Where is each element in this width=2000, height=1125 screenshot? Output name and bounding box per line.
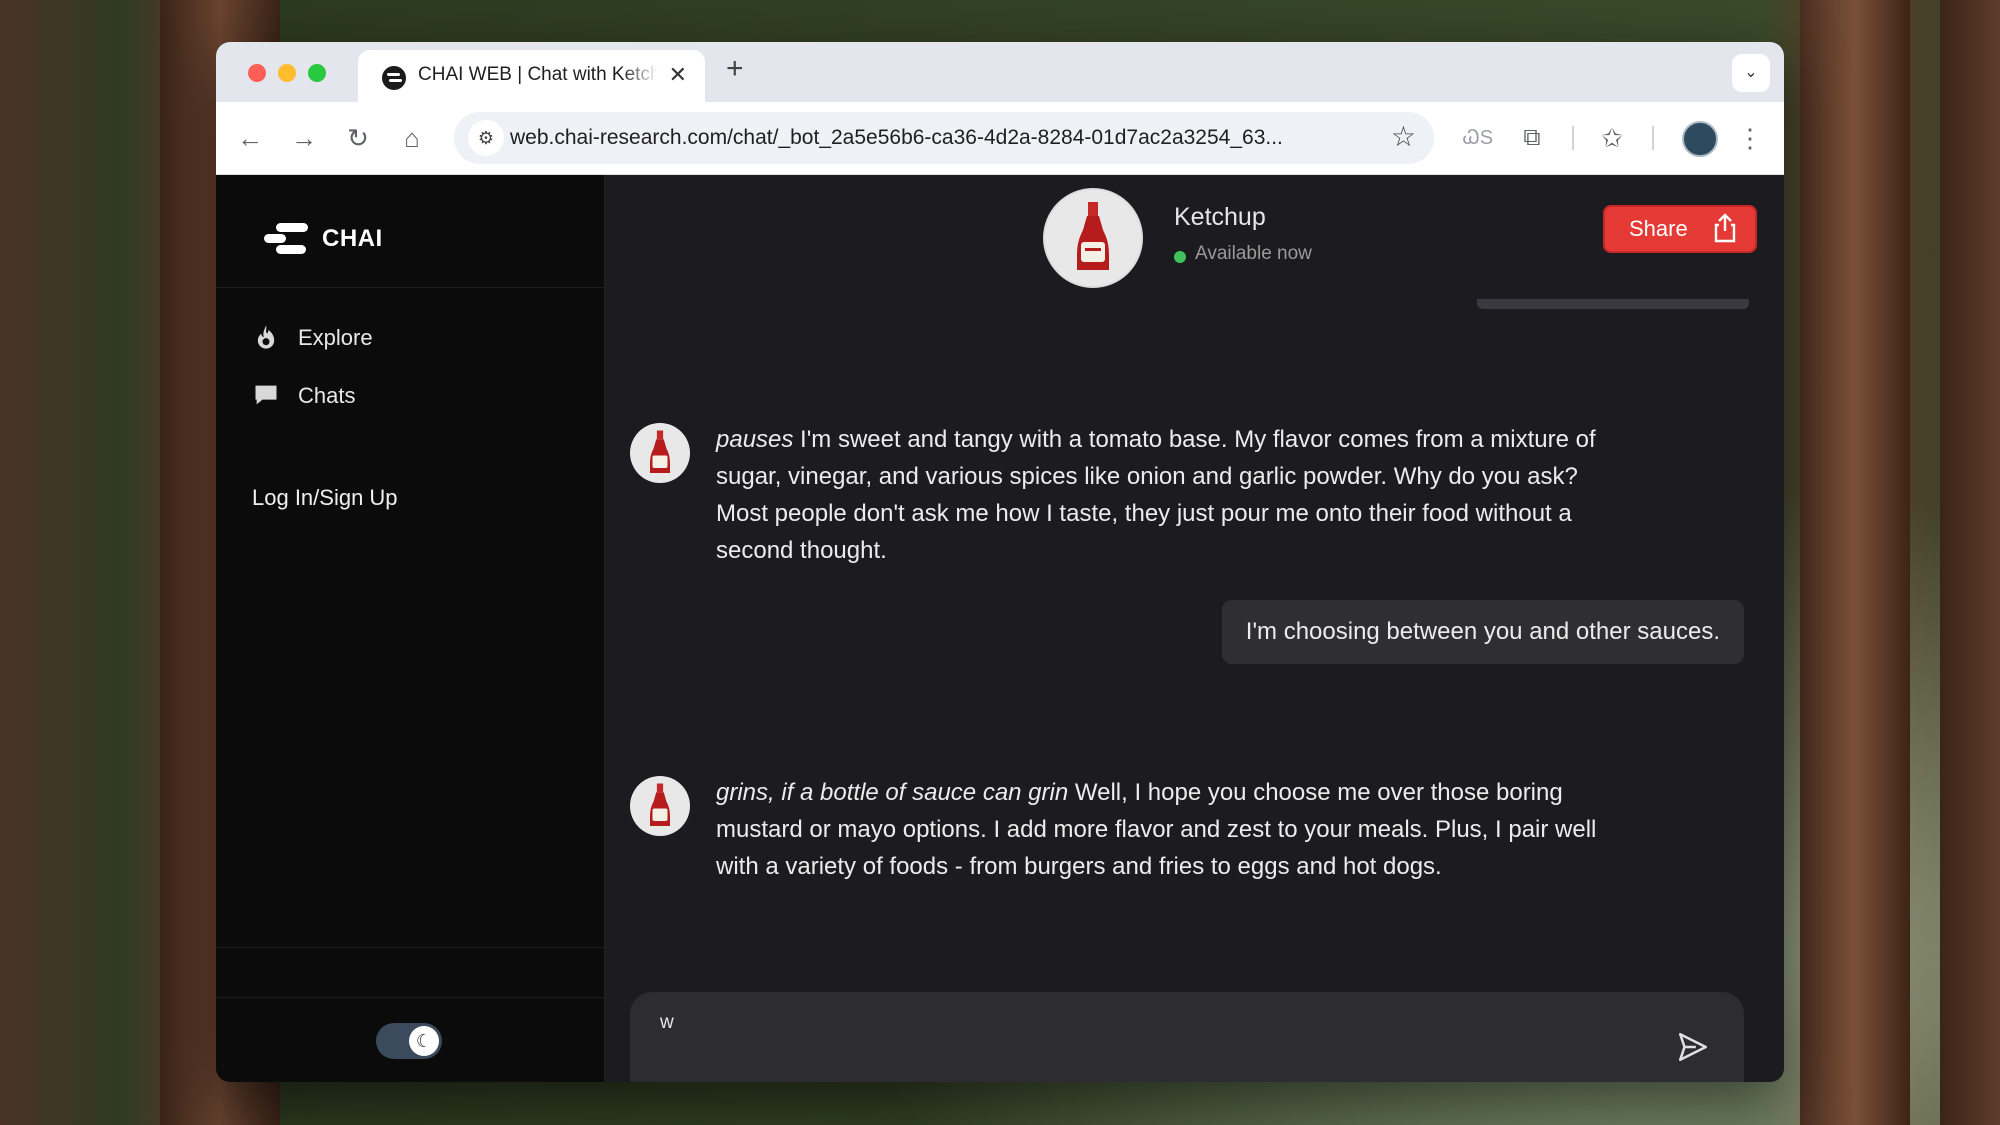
- background-tree-trunk: [1940, 0, 2000, 1125]
- message-text: I'm sweet and tangy with a tomato base. …: [716, 426, 1596, 564]
- sidebar: CHAI Explore Chats Log In/Sign Up ☾: [216, 175, 605, 1082]
- site-settings-icon[interactable]: ⚙: [468, 120, 504, 156]
- brand-name[interactable]: CHAI: [322, 225, 383, 253]
- ketchup-bottle-icon: [650, 783, 670, 826]
- sidebar-divider: [216, 997, 604, 998]
- chai-app: CHAI Explore Chats Log In/Sign Up ☾ Ketc…: [216, 175, 1784, 1082]
- sidebar-item-label: Explore: [298, 325, 373, 350]
- extension-ws-icon[interactable]: ᏇS: [1460, 120, 1496, 156]
- flame-icon: [257, 325, 275, 349]
- url-text[interactable]: web.chai-research.com/chat/_bot_2a5e56b6…: [510, 126, 1283, 150]
- browser-tab[interactable]: CHAI WEB | Chat with Ketchup ✕: [358, 50, 705, 102]
- extensions-puzzle-icon[interactable]: ⧉: [1514, 120, 1550, 156]
- kebab-menu-icon[interactable]: ⋮: [1732, 120, 1768, 156]
- chevron-down-icon[interactable]: ⌄: [1732, 54, 1770, 92]
- user-message: I'm choosing between you and other sauce…: [1221, 600, 1744, 664]
- bookmark-star-icon[interactable]: ☆: [1391, 120, 1416, 153]
- toolbar-divider: [1572, 126, 1574, 150]
- share-button[interactable]: Share: [1603, 205, 1757, 253]
- reading-list-star-icon[interactable]: ✩: [1594, 120, 1630, 156]
- message-action: grins, if a bottle of sauce can grin: [716, 779, 1069, 806]
- ketchup-bottle-icon: [650, 430, 670, 473]
- sidebar-divider: [216, 287, 604, 288]
- online-status-dot: [1174, 251, 1186, 263]
- chat-bubble-icon: [255, 385, 277, 405]
- background-tree-trunk: [1800, 0, 1910, 1125]
- home-icon[interactable]: ⌂: [394, 120, 430, 156]
- share-label: Share: [1629, 216, 1688, 241]
- bot-name: Ketchup: [1174, 203, 1266, 231]
- chai-logo-icon[interactable]: [264, 221, 310, 255]
- status-text: Available now: [1195, 243, 1312, 264]
- bot-message-avatar: [630, 423, 690, 483]
- bot-message-avatar: [630, 776, 690, 836]
- profile-avatar[interactable]: [1682, 121, 1718, 157]
- back-icon[interactable]: ←: [232, 120, 268, 156]
- message-action: pauses: [716, 426, 794, 453]
- bot-message: pauses I'm sweet and tangy with a tomato…: [716, 421, 1636, 569]
- ketchup-bottle-icon: [1077, 202, 1109, 270]
- address-bar[interactable]: ⚙ web.chai-research.com/chat/_bot_2a5e56…: [454, 112, 1434, 164]
- theme-toggle[interactable]: ☾: [376, 1023, 442, 1059]
- send-icon[interactable]: [1676, 1030, 1710, 1064]
- browser-toolbar: ← → ↻ ⌂ ⚙ web.chai-research.com/chat/_bo…: [216, 102, 1784, 175]
- tab-title: CHAI WEB | Chat with Ketchup: [418, 64, 658, 85]
- bot-avatar[interactable]: [1043, 188, 1143, 288]
- maximize-window-button[interactable]: [308, 64, 326, 82]
- chai-favicon-icon: [382, 66, 406, 90]
- login-signup-link[interactable]: Log In/Sign Up: [252, 485, 398, 511]
- forward-icon[interactable]: →: [286, 120, 322, 156]
- moon-icon: ☾: [409, 1026, 439, 1056]
- chat-panel: Ketchup Available now Share pauses I'm s…: [605, 175, 1784, 1082]
- sidebar-item-label: Chats: [298, 383, 356, 408]
- reload-icon[interactable]: ↻: [340, 120, 376, 156]
- close-window-button[interactable]: [248, 64, 266, 82]
- bot-message: grins, if a bottle of sauce can grin Wel…: [716, 774, 1636, 885]
- sidebar-divider: [216, 947, 604, 948]
- browser-window: CHAI WEB | Chat with Ketchup ✕ + ⌄ ← → ↻…: [216, 42, 1784, 1082]
- message-input[interactable]: w: [660, 1012, 1620, 1034]
- new-tab-icon[interactable]: +: [726, 52, 744, 86]
- toolbar-divider: [1652, 126, 1654, 150]
- tab-close-icon[interactable]: ✕: [669, 62, 687, 88]
- share-upload-icon: [1714, 213, 1736, 243]
- tab-strip: CHAI WEB | Chat with Ketchup ✕ + ⌄: [216, 42, 1784, 102]
- message-composer[interactable]: w: [630, 992, 1744, 1082]
- previous-message-edge: [1477, 299, 1749, 309]
- minimize-window-button[interactable]: [278, 64, 296, 82]
